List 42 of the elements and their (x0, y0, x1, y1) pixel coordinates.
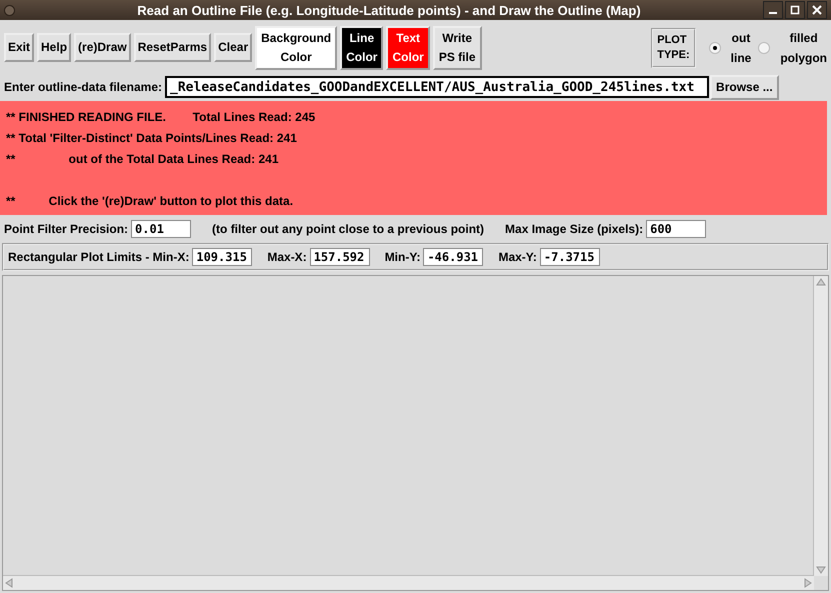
limit-label: Rectangular Plot Limits - Min-X: (8, 250, 190, 264)
image-size-label: Max Image Size (pixels): (505, 222, 644, 236)
horizontal-scrollbar[interactable] (3, 575, 814, 590)
toolbar-button[interactable]: Clear (214, 33, 252, 62)
precision-note: (to filter out any point close to a previous point) (212, 222, 484, 236)
color-button[interactable]: Background Color (255, 26, 338, 70)
toolbar-button[interactable]: (re)Draw (74, 33, 131, 62)
radio-button[interactable] (758, 42, 770, 54)
limit-field[interactable]: -46.931 (423, 248, 484, 266)
color-button[interactable]: Line Color (340, 26, 384, 70)
message-text: ** FINISHED READING FILE. Total Lines Read: 245 ** Total 'Filter-Distinct' Data Points/Lines Read: 241 ** out of the Total Data Lines Read: 241 ** Click the '(re)Draw' button to plot this data. (6, 109, 316, 210)
plot-type-label: PLOT TYPE: (651, 28, 696, 68)
filename-label: Enter outline-data filename: (4, 80, 162, 94)
radio-label[interactable]: filled polygon (780, 28, 827, 68)
minimize-icon[interactable] (763, 1, 783, 19)
toolbar-button[interactable]: Help (37, 33, 72, 62)
scroll-right-icon[interactable] (802, 577, 814, 589)
limit-label: Max-Y: (498, 250, 537, 264)
limit-field[interactable]: 157.592 (310, 248, 370, 266)
toolbar-button[interactable]: Exit (4, 33, 34, 62)
window-menu-icon[interactable] (4, 4, 15, 16)
toolbar-button[interactable]: ResetParms (134, 33, 212, 62)
radio-label[interactable]: out line (730, 28, 752, 68)
limit-field[interactable]: 109.315 (192, 248, 252, 266)
limit-label: Max-X: (267, 250, 307, 264)
close-icon[interactable] (807, 1, 827, 19)
limit-field[interactable]: -7.3715 (540, 248, 600, 266)
scroll-down-icon[interactable] (815, 564, 827, 576)
vertical-scrollbar[interactable] (813, 276, 828, 576)
precision-field[interactable]: 0.01 (131, 220, 192, 238)
scroll-up-icon[interactable] (815, 276, 827, 288)
window-title: Read an Outline File (e.g. Longitude-Latitude points) - and Draw the Outline (Map) (136, 2, 642, 18)
precision-label: Point Filter Precision: (4, 222, 128, 236)
radio-button[interactable] (708, 42, 721, 54)
toolbar-button[interactable]: Write PS file (432, 26, 482, 70)
scroll-left-icon[interactable] (3, 577, 15, 589)
browse-button[interactable]: Browse ... (710, 74, 779, 100)
image-size-field[interactable]: 600 (646, 220, 706, 238)
limit-label: Min-Y: (384, 250, 420, 264)
color-button[interactable]: Text Color (386, 26, 430, 70)
maximize-icon[interactable] (785, 1, 805, 19)
filename-field[interactable]: _ReleaseCandidates_GOODandEXCELLENT/AUS_Australia_GOOD_245lines.txt (165, 76, 710, 98)
